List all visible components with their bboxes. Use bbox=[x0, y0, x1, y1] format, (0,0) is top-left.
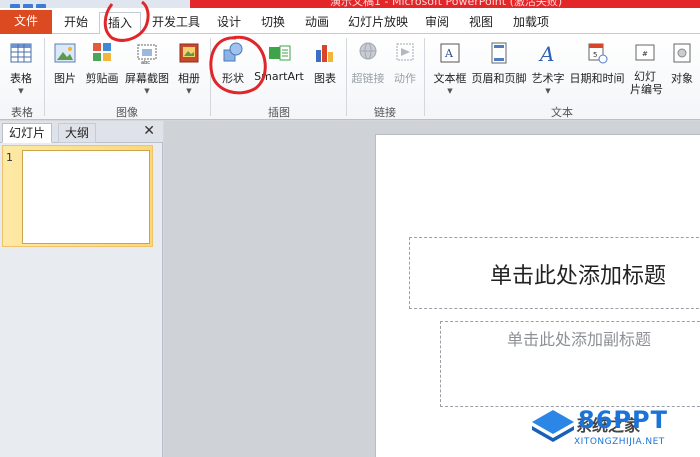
group-label-text: 文本 bbox=[551, 106, 573, 119]
wordart-button[interactable]: A 艺术字 ▼ bbox=[530, 40, 566, 95]
textbox-label: 文本框 bbox=[433, 72, 467, 85]
tab-file[interactable]: 文件 bbox=[0, 10, 52, 34]
tab-developer[interactable]: 开发工具 bbox=[148, 12, 204, 34]
picture-label: 图片 bbox=[54, 72, 76, 85]
svg-text:A: A bbox=[444, 47, 454, 60]
chart-button[interactable]: 图表 bbox=[310, 40, 340, 86]
action-label: 动作 bbox=[394, 72, 416, 85]
screenshot-label: 屏幕截图 bbox=[125, 72, 169, 85]
date-time-button[interactable]: 5 日期和时间 bbox=[568, 40, 626, 86]
tab-addins[interactable]: 加载项 bbox=[508, 12, 554, 34]
globe-link-icon bbox=[359, 42, 377, 60]
tab-animations[interactable]: 动画 bbox=[300, 12, 334, 34]
group-label-links: 链接 bbox=[374, 106, 396, 119]
tab-view[interactable]: 视图 bbox=[464, 12, 498, 34]
smartart-button[interactable]: SmartArt bbox=[252, 40, 306, 83]
table-button[interactable]: 表格 ▼ bbox=[6, 40, 36, 95]
quick-access-toolbar[interactable] bbox=[10, 0, 50, 8]
subtitle-placeholder-text: 单击此处添加副标题 bbox=[507, 330, 652, 349]
group-label-tables: 表格 bbox=[11, 106, 33, 119]
tab-transitions[interactable]: 切换 bbox=[256, 12, 290, 34]
slide-number-icon: # bbox=[635, 44, 655, 61]
group-label-images: 图像 bbox=[116, 106, 138, 119]
title-placeholder[interactable]: 单击此处添加标题 bbox=[409, 237, 700, 309]
picture-icon bbox=[54, 43, 76, 63]
photo-album-icon bbox=[179, 43, 199, 63]
tab-insert[interactable]: 插入 bbox=[99, 12, 141, 35]
chevron-down-icon: ▼ bbox=[18, 87, 24, 95]
smartart-icon bbox=[269, 45, 291, 61]
header-footer-label: 页眉和页脚 bbox=[471, 72, 527, 85]
screenshot-button[interactable]: abc 屏幕截图 ▼ bbox=[124, 40, 170, 95]
hyperlink-label: 超链接 bbox=[351, 72, 385, 85]
watermark-logo-text: 86PPT bbox=[578, 406, 668, 434]
chevron-down-icon: ▼ bbox=[447, 87, 453, 95]
slides-pane: 幻灯片 大纲 ✕ 1 bbox=[0, 121, 163, 457]
textbox-button[interactable]: A 文本框 ▼ bbox=[430, 40, 470, 95]
header-footer-icon bbox=[491, 42, 507, 64]
chevron-down-icon: ▼ bbox=[545, 87, 551, 95]
header-footer-button[interactable]: 页眉和页脚 bbox=[470, 40, 528, 86]
svg-text:A: A bbox=[538, 42, 554, 66]
bar-chart-icon bbox=[316, 45, 333, 62]
shapes-button[interactable]: 形状 bbox=[216, 40, 250, 86]
group-divider bbox=[346, 38, 347, 116]
smartart-label: SmartArt bbox=[254, 70, 304, 83]
close-icon[interactable]: ✕ bbox=[143, 123, 155, 139]
svg-text:abc: abc bbox=[141, 60, 150, 66]
slide-number-button[interactable]: # 幻灯 片编号 bbox=[630, 40, 663, 96]
slide-thumbnail[interactable] bbox=[22, 150, 150, 244]
ribbon-tab-row: 文件 开始 插入 开发工具 设计 切换 动画 幻灯片放映 审阅 视图 加载项 bbox=[0, 8, 700, 35]
slide-number-label-1: 幻灯 bbox=[634, 70, 656, 83]
slide-number-label-2: 片编号 bbox=[630, 83, 663, 96]
tab-slideshow[interactable]: 幻灯片放映 bbox=[344, 12, 412, 34]
group-divider bbox=[44, 38, 45, 116]
subtitle-placeholder[interactable]: 单击此处添加副标题 bbox=[440, 321, 700, 407]
group-divider bbox=[424, 38, 425, 116]
table-icon bbox=[10, 43, 32, 63]
tab-home[interactable]: 开始 bbox=[58, 12, 94, 34]
object-button[interactable]: 对象 bbox=[666, 40, 698, 86]
object-icon bbox=[673, 43, 691, 63]
group-divider bbox=[210, 38, 211, 116]
table-label: 表格 bbox=[10, 72, 32, 85]
watermark-logo-icon bbox=[532, 410, 574, 442]
tab-design[interactable]: 设计 bbox=[212, 12, 246, 34]
album-button[interactable]: 相册 ▼ bbox=[174, 40, 204, 95]
clipart-icon bbox=[93, 43, 111, 61]
screenshot-icon: abc bbox=[137, 44, 157, 66]
hyperlink-button[interactable]: 超链接 bbox=[350, 40, 386, 86]
date-time-label: 日期和时间 bbox=[569, 72, 625, 85]
textbox-icon: A bbox=[440, 43, 460, 63]
slide-thumbnail-number: 1 bbox=[6, 151, 13, 164]
picture-button[interactable]: 图片 bbox=[50, 40, 80, 86]
chart-label: 图表 bbox=[314, 72, 336, 85]
window-title: 演示文稿1 - Microsoft PowerPoint (激活失败) bbox=[330, 0, 563, 8]
watermark: 系统之家 86PPT XITONGZHIJIA.NET bbox=[530, 404, 695, 454]
title-placeholder-text: 单击此处添加标题 bbox=[490, 264, 667, 289]
shapes-icon bbox=[223, 42, 243, 62]
svg-text:5: 5 bbox=[593, 51, 597, 59]
clipart-button[interactable]: 剪贴画 bbox=[84, 40, 120, 86]
action-icon bbox=[396, 43, 414, 61]
group-label-illustrations: 插图 bbox=[268, 106, 290, 119]
tab-review[interactable]: 审阅 bbox=[420, 12, 454, 34]
wordart-icon: A bbox=[538, 42, 554, 66]
ribbon-insert: 表格 ▼ 表格 图片 剪贴画 abc 屏幕截图 ▼ 相册 ▼ 图像 形状 Sma… bbox=[0, 34, 700, 120]
chevron-down-icon: ▼ bbox=[186, 87, 192, 95]
calendar-clock-icon: 5 bbox=[588, 43, 608, 64]
object-label: 对象 bbox=[671, 72, 693, 85]
shapes-label: 形状 bbox=[222, 72, 244, 85]
slides-pane-tabs: 幻灯片 大纲 ✕ bbox=[0, 121, 163, 143]
album-label: 相册 bbox=[178, 72, 200, 85]
tab-outline[interactable]: 大纲 bbox=[58, 123, 97, 143]
wordart-label: 艺术字 bbox=[531, 72, 565, 85]
clipart-label: 剪贴画 bbox=[85, 72, 119, 85]
tab-slides[interactable]: 幻灯片 bbox=[2, 123, 53, 143]
chevron-down-icon: ▼ bbox=[144, 87, 150, 95]
watermark-url: XITONGZHIJIA.NET bbox=[574, 437, 665, 447]
action-button[interactable]: 动作 bbox=[390, 40, 420, 86]
svg-text:#: # bbox=[642, 50, 648, 58]
title-bar: 演示文稿1 - Microsoft PowerPoint (激活失败) bbox=[0, 0, 700, 8]
